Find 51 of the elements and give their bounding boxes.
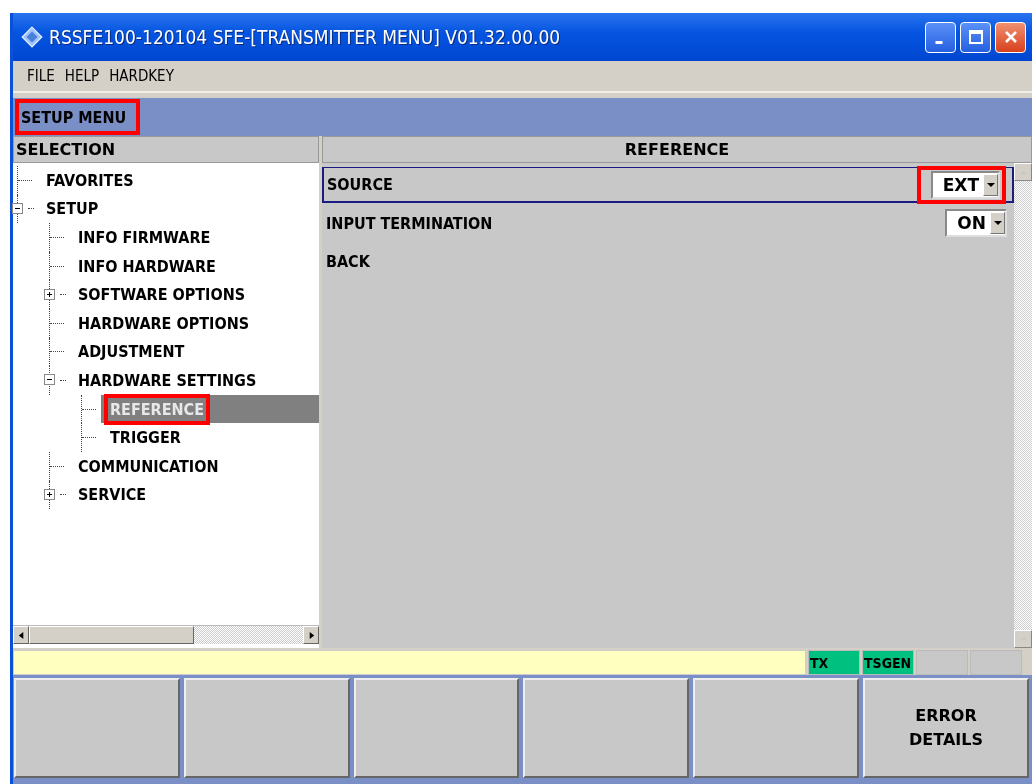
status-indicator: TX [808,650,860,675]
scroll-left-button[interactable] [13,626,29,644]
status-indicator [970,650,1022,675]
menu-item[interactable]: FILE [27,67,55,85]
close-button[interactable] [995,21,1026,53]
left-arrow-icon [16,630,26,640]
horizontal-scrollbar[interactable] [13,625,319,644]
tree-item[interactable]: ADJUSTMENT [76,340,187,364]
tree-item[interactable]: INFO FIRMWARE [76,226,213,249]
column-header: REFERENCE [322,136,1032,163]
dropdown[interactable]: ON [945,209,1007,237]
dropdown-arrow-icon [992,218,1003,228]
maximize-button[interactable] [960,21,991,53]
setting-label[interactable]: BACK [326,251,370,271]
status-indicator: TSGEN [862,650,914,675]
collapse-icon[interactable] [12,202,23,214]
minimize-icon [935,40,943,44]
menu-item[interactable]: HELP [64,67,100,85]
dropdown[interactable]: EXT [930,170,1000,199]
tree-item[interactable]: SERVICE [76,483,149,507]
tree-item[interactable]: SOFTWARE OPTIONS [76,283,248,307]
tree-item[interactable]: COMMUNICATION [76,454,221,478]
softkey-button[interactable] [523,678,690,778]
diamond-icon [21,26,43,48]
collapse-icon[interactable] [44,374,55,386]
scroll-up-button[interactable] [1014,163,1032,181]
status-indicator [916,650,968,675]
setting-label: SOURCE [327,175,393,194]
softkey-button[interactable] [14,678,180,778]
scroll-right-button[interactable] [303,626,319,644]
tree-item[interactable]: TRIGGER [108,426,183,450]
window-title: RSSFE100-120104 SFE-[TRANSMITTER MENU] V01.32.00.00 [49,26,562,48]
expand-icon[interactable] [44,288,55,300]
softkey-button[interactable] [693,678,860,778]
expand-icon[interactable] [44,488,55,500]
menu-item[interactable]: HARDKEY [109,67,174,85]
menu-title: SETUP MENU [21,107,127,127]
tree-item[interactable]: FAVORITES [44,168,136,192]
minimize-button[interactable] [925,21,956,53]
setting-label: INPUT TERMINATION [326,213,493,233]
tree-item[interactable]: HARDWARE SETTINGS [76,368,259,392]
tree-item[interactable]: HARDWARE OPTIONS [76,311,252,335]
softkey-button[interactable] [183,678,350,778]
softkey-button[interactable]: ERROR DETAILS [863,678,1029,778]
softkey-button[interactable] [353,678,520,778]
vertical-scrollbar[interactable] [1014,163,1032,648]
tree-item[interactable]: SETUP [44,197,101,221]
column-header: SELECTION [13,136,319,163]
tree-item[interactable]: INFO HARDWARE [76,254,218,278]
scroll-thumb[interactable] [29,626,194,644]
scroll-down-button[interactable] [1014,630,1032,648]
